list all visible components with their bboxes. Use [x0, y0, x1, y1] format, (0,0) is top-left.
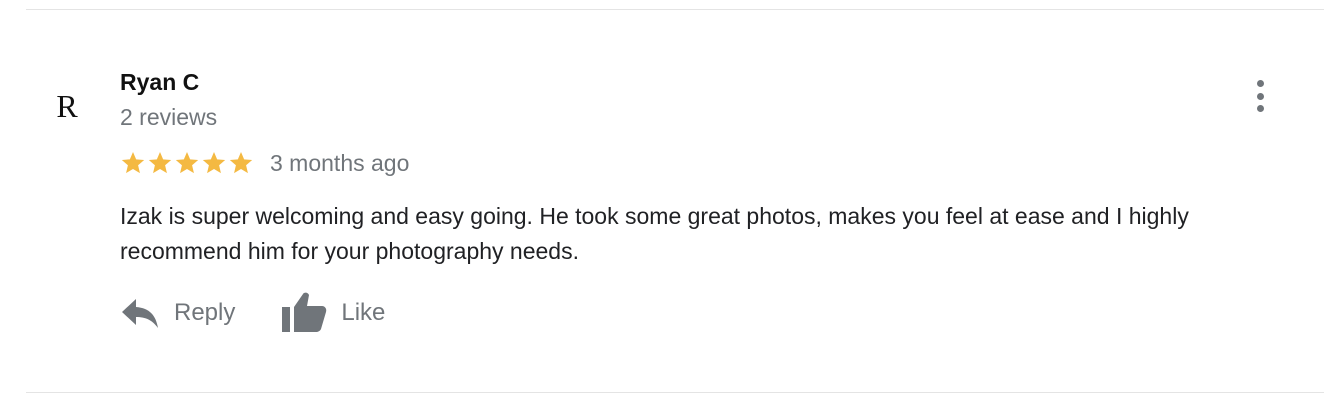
bottom-divider: [26, 392, 1324, 393]
top-divider: [26, 9, 1324, 10]
reply-arrow-icon: [122, 299, 158, 328]
star-icon: [121, 151, 145, 174]
star-rating: [120, 150, 254, 176]
like-label: Like: [341, 299, 386, 326]
star-icon: [202, 151, 226, 174]
rating-row: 3 months ago: [120, 148, 409, 178]
star-icon: [175, 151, 199, 174]
star-icon: [229, 151, 253, 174]
more-options-button[interactable]: [1248, 78, 1272, 114]
reply-button[interactable]: Reply: [120, 297, 235, 329]
reply-label: Reply: [174, 299, 236, 326]
review-actions: Reply Like: [120, 288, 385, 338]
thumbs-up-icon: [282, 292, 327, 332]
like-button[interactable]: Like: [281, 291, 385, 335]
more-vertical-icon: [1256, 80, 1264, 87]
review-date: 3 months ago: [270, 150, 410, 176]
review-count: 2 reviews: [120, 104, 218, 130]
star-icon: [148, 151, 172, 174]
avatar[interactable]: R: [47, 86, 87, 126]
reviewer-name[interactable]: Ryan C: [120, 68, 199, 96]
review-text: Izak is super welcoming and easy going. …: [120, 203, 1189, 264]
